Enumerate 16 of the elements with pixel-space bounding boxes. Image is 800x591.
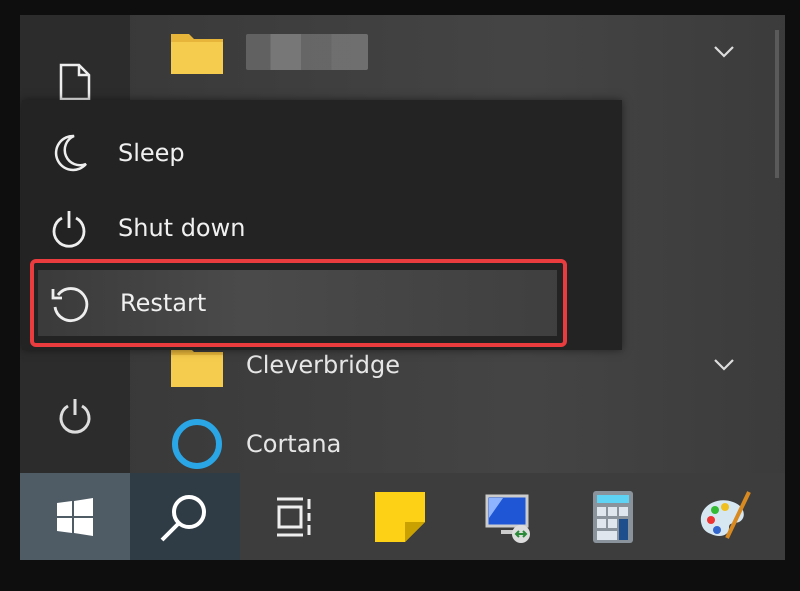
power-icon[interactable] [57, 397, 93, 435]
cortana-icon [170, 416, 224, 471]
menu-item[interactable]: Sleep [22, 120, 620, 186]
app-label[interactable]: Cleverbridge [246, 351, 691, 380]
document-icon[interactable] [59, 63, 91, 101]
sticky-note-icon [374, 490, 426, 542]
taskbar-button[interactable] [130, 473, 240, 560]
app-label[interactable]: Cortana [246, 430, 735, 458]
windows-icon [55, 496, 95, 536]
power-icon [50, 208, 88, 248]
menu-item[interactable]: Shut down [22, 195, 620, 261]
calculator-icon [592, 490, 634, 544]
menu-item[interactable]: Restart [38, 270, 557, 336]
chevron-icon[interactable] [713, 358, 735, 372]
taskbar-button[interactable] [20, 473, 130, 560]
chevron-icon[interactable] [713, 45, 735, 60]
